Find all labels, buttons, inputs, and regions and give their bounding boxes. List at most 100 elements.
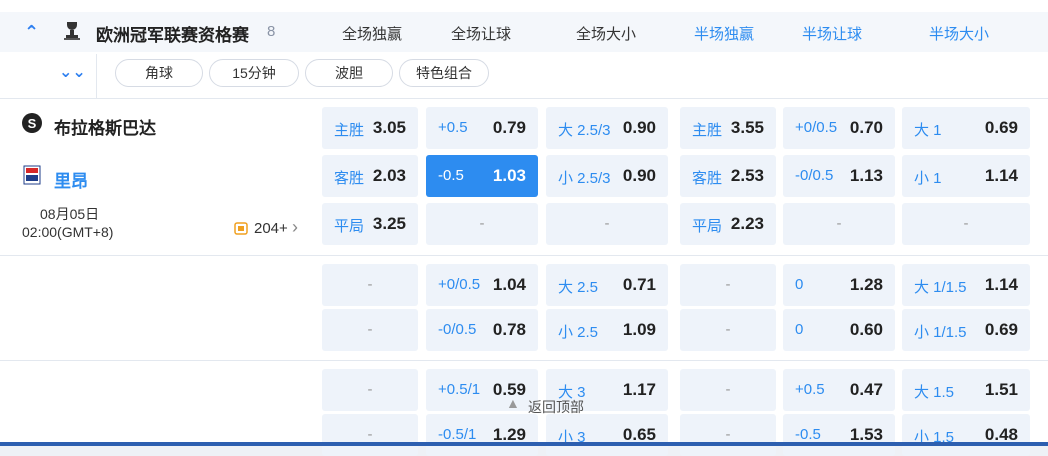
- odds-price: 2.53: [730, 166, 764, 185]
- odds-price: 2.03: [372, 166, 406, 185]
- odds-cell[interactable]: 大 2.5 0.71: [546, 264, 668, 306]
- expand-chevron-down-icon[interactable]: ⌄⌄: [59, 62, 86, 82]
- odds-cell[interactable]: 客胜 2.53: [680, 155, 776, 197]
- filter-special-combo[interactable]: 特色组合: [399, 59, 489, 87]
- odds-price: 0.60: [849, 320, 883, 339]
- odds-line: 小 1/1.5: [914, 324, 967, 341]
- odds-cell[interactable]: -0.5/1 1.29: [426, 414, 538, 456]
- odds-line: 大 1: [914, 122, 942, 139]
- bottom-bar: [0, 442, 1048, 446]
- odds-cell[interactable]: 大 2.5/3 0.90: [546, 107, 668, 149]
- odds-cell: -: [783, 203, 895, 245]
- odds-line: 客胜: [334, 170, 365, 187]
- odds-empty: -: [604, 215, 610, 232]
- odds-cell[interactable]: +0/0.5 1.04: [426, 264, 538, 306]
- odds-price: 1.51: [984, 380, 1018, 399]
- odds-line: 主胜: [334, 122, 365, 139]
- odds-cell: -: [902, 203, 1030, 245]
- col-full-handicap[interactable]: 全场让球: [421, 23, 541, 44]
- odds-line: 大 1/1.5: [914, 279, 967, 296]
- odds-cell[interactable]: 平局 3.25: [322, 203, 418, 245]
- odds-line: 大 2.5: [558, 279, 599, 296]
- odds-empty: -: [725, 381, 731, 398]
- col-half-over-under[interactable]: 半场大小: [899, 23, 1019, 44]
- col-half-1x2[interactable]: 半场独赢: [664, 23, 784, 44]
- odds-cell[interactable]: 大 1.5 1.51: [902, 369, 1030, 411]
- odds-cell[interactable]: 主胜 3.05: [322, 107, 418, 149]
- back-to-top-icon: ▲: [506, 395, 520, 411]
- odds-cell[interactable]: 大 1/1.5 1.14: [902, 264, 1030, 306]
- away-team-name[interactable]: 里昂: [54, 167, 88, 192]
- odds-cell[interactable]: +0.5 0.79: [426, 107, 538, 149]
- lyon-logo-icon: [23, 165, 41, 185]
- chevron-right-icon[interactable]: ›: [292, 217, 298, 238]
- odds-line: 平局: [692, 218, 723, 235]
- league-header: ⌃ 欧洲冠军联赛资格赛 8 全场独赢 全场让球 全场大小 半场独赢 半场让球 半…: [0, 0, 1048, 99]
- odds-line: -0.5: [438, 167, 464, 184]
- odds-cell: -: [426, 203, 538, 245]
- odds-cell[interactable]: -0/0.5 1.13: [783, 155, 895, 197]
- odds-line: 0: [795, 321, 804, 338]
- odds-cell[interactable]: -0/0.5 0.78: [426, 309, 538, 351]
- odds-cell: -: [680, 369, 776, 411]
- odds-price: 1.17: [622, 380, 656, 399]
- odds-cell: -: [546, 203, 668, 245]
- odds-empty: -: [725, 321, 731, 338]
- odds-line: -0.5: [795, 426, 821, 443]
- odds-cell: -: [322, 414, 418, 456]
- odds-empty: -: [479, 215, 485, 232]
- odds-cell[interactable]: 客胜 2.03: [322, 155, 418, 197]
- odds-cell[interactable]: 主胜 3.55: [680, 107, 776, 149]
- odds-line: +0/0.5: [795, 119, 838, 136]
- odds-cell[interactable]: -0.5 1.53: [783, 414, 895, 456]
- sparta-logo-icon: S: [22, 113, 42, 133]
- odds-empty: -: [725, 276, 731, 293]
- odds-cell[interactable]: 小 1.5 0.48: [902, 414, 1030, 456]
- trophy-icon: [64, 22, 80, 40]
- odds-price: 0.78: [492, 320, 526, 339]
- odds-cell[interactable]: 小 1 1.14: [902, 155, 1030, 197]
- odds-price: 0.69: [984, 320, 1018, 339]
- odds-cell: -: [680, 309, 776, 351]
- odds-cell[interactable]: 小 1/1.5 0.69: [902, 309, 1030, 351]
- filter-15min[interactable]: 15分钟: [209, 59, 299, 87]
- filter-correct-score[interactable]: 波胆: [305, 59, 393, 87]
- odds-cell[interactable]: 小 2.5/3 0.90: [546, 155, 668, 197]
- svg-text:S: S: [28, 116, 37, 131]
- odds-price: 0.79: [492, 118, 526, 137]
- odds-price: 3.05: [372, 118, 406, 137]
- odds-price: 1.14: [984, 275, 1018, 294]
- odds-price: 0.69: [984, 118, 1018, 137]
- odds-line: 客胜: [692, 170, 723, 187]
- odds-cell[interactable]: 小 2.5 1.09: [546, 309, 668, 351]
- odds-empty: -: [367, 426, 373, 443]
- odds-line: +0/0.5: [438, 276, 481, 293]
- odds-cell[interactable]: +0/0.5 0.70: [783, 107, 895, 149]
- home-team-name[interactable]: 布拉格斯巴达: [54, 114, 156, 139]
- odds-cell[interactable]: 0 1.28: [783, 264, 895, 306]
- odds-price: 1.09: [622, 320, 656, 339]
- odds-cell[interactable]: +0.5 0.47: [783, 369, 895, 411]
- filter-corners[interactable]: 角球: [115, 59, 203, 87]
- col-full-over-under[interactable]: 全场大小: [546, 23, 666, 44]
- odds-empty: -: [367, 276, 373, 293]
- odds-empty: -: [367, 381, 373, 398]
- odds-line: 小 2.5: [558, 324, 599, 341]
- odds-cell[interactable]: +0.5/1 0.59: [426, 369, 538, 411]
- odds-cell[interactable]: 平局 2.23: [680, 203, 776, 245]
- league-name: 欧洲冠军联赛资格赛: [96, 26, 249, 45]
- odds-price: 0.70: [849, 118, 883, 137]
- odds-cell: -: [322, 264, 418, 306]
- odds-cell[interactable]: 0 0.60: [783, 309, 895, 351]
- col-half-handicap[interactable]: 半场让球: [772, 23, 892, 44]
- odds-empty: -: [725, 426, 731, 443]
- league-match-count: 8: [267, 23, 276, 40]
- odds-price: 0.90: [622, 166, 656, 185]
- odds-cell[interactable]: 小 3 0.65: [546, 414, 668, 456]
- odds-cell[interactable]: 大 1 0.69: [902, 107, 1030, 149]
- more-bets-count[interactable]: 204+: [254, 220, 288, 237]
- collapse-chevron-up-icon[interactable]: ⌃: [24, 22, 39, 43]
- col-full-1x2[interactable]: 全场独赢: [312, 23, 432, 44]
- odds-cell[interactable]: -0.5 1.03: [426, 155, 538, 197]
- odds-line: 平局: [334, 218, 365, 235]
